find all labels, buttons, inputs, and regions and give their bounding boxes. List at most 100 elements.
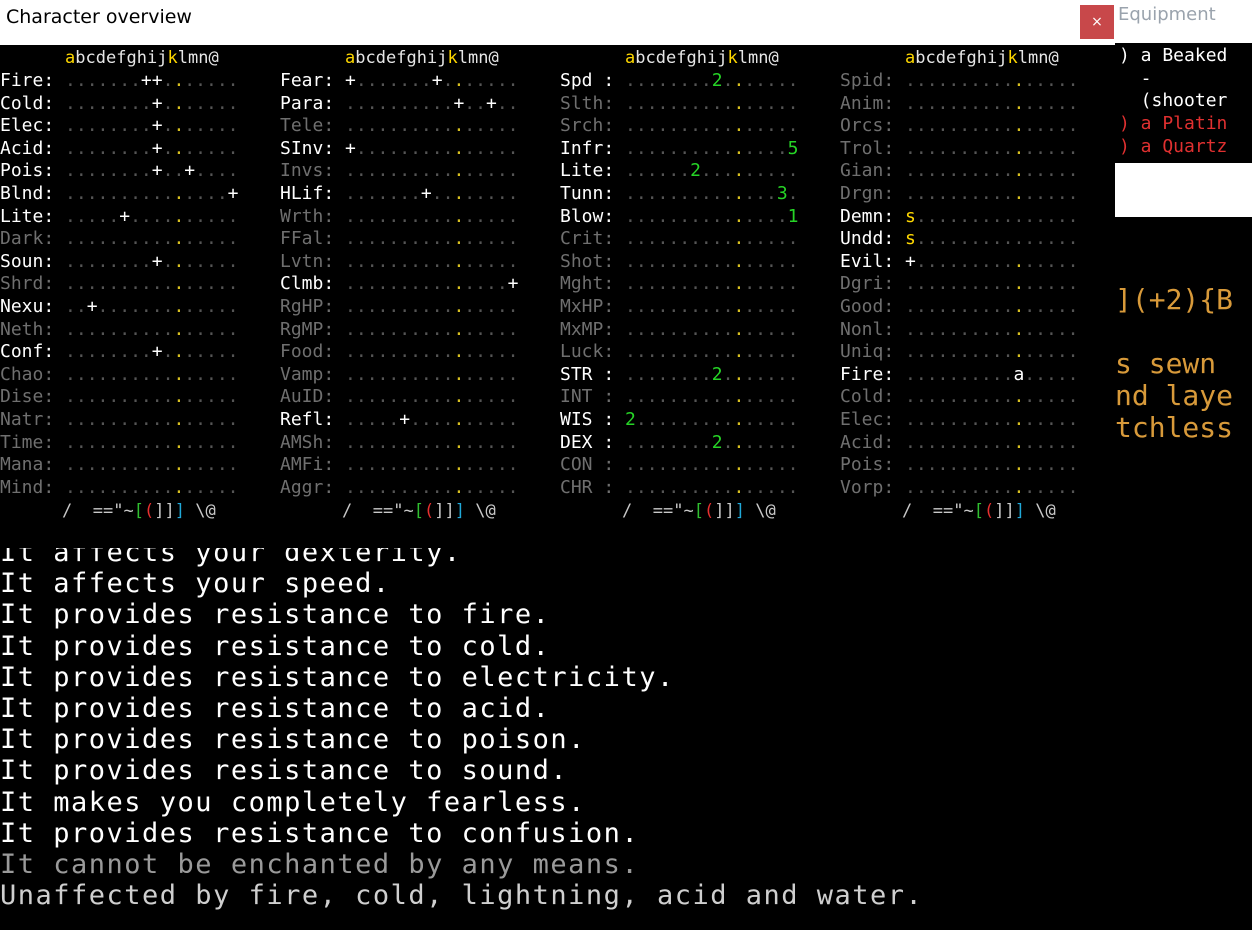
flag-cells: ................: [625, 318, 799, 340]
flag-row: Blnd: ...............+: [0, 183, 239, 206]
flag-label: Fire:: [0, 70, 55, 91]
description-line: It provides resistance to poison.: [0, 724, 586, 756]
flag-label: MxMP:: [560, 318, 615, 340]
flag-label: HLif:: [280, 183, 335, 204]
flag-cells: ................: [345, 454, 519, 476]
flag-row: MxMP:................: [560, 319, 799, 342]
flag-row: Clmb: ...............+: [280, 273, 519, 296]
flag-cells: ................: [625, 273, 799, 295]
flag-label: Aggr:: [280, 476, 335, 498]
flag-label: SInv:: [280, 137, 335, 159]
description-line: It provides resistance to sound.: [0, 755, 569, 787]
flag-label: Wrth:: [280, 205, 335, 227]
flag-row: Evil: +...............: [840, 251, 1079, 274]
flag-row: Shot:................: [560, 251, 799, 274]
flag-row: Chao:................: [0, 364, 239, 387]
flag-label: Demn:: [840, 205, 895, 227]
flag-label: Chao:: [0, 363, 55, 385]
flag-label: CON :: [560, 454, 615, 476]
flag-label: Evil:: [840, 250, 895, 272]
description-line: It provides resistance to fire.: [0, 599, 551, 631]
flag-label: Nexu:: [0, 296, 55, 317]
flag-cells: ................: [905, 409, 1079, 430]
flag-cells: ................: [905, 137, 1079, 159]
flag-cells: ................: [65, 454, 239, 476]
flag-row: Elec: ........+.......: [0, 115, 239, 138]
flag-label: Fire:: [840, 363, 895, 385]
slot-header: abcdefghijklmn@: [65, 48, 219, 68]
flag-label: Invs:: [280, 160, 335, 182]
flag-label: Good:: [840, 296, 895, 317]
flag-cells: ................: [65, 228, 239, 250]
flag-label: Acid:: [0, 137, 55, 159]
flag-cells: ................: [65, 476, 239, 498]
flag-row: Gian:................: [840, 160, 1079, 183]
flag-label: Crit:: [560, 228, 615, 250]
flag-label: RgMP:: [280, 318, 335, 340]
flag-label: Lite:: [0, 205, 55, 227]
flag-cells: ................: [625, 454, 799, 476]
flag-label: Soun:: [0, 250, 55, 272]
flag-label: Blnd:: [0, 183, 55, 204]
flag-label: CHR :: [560, 476, 615, 498]
flag-cells: .......++.......: [65, 70, 239, 91]
flag-cells: ................: [345, 386, 519, 408]
flag-row: INT :................: [560, 386, 799, 409]
flag-row: Nexu: ..+.............: [0, 296, 239, 319]
flag-cells: ................: [905, 115, 1079, 137]
flag-row: WIS : 2...............: [560, 409, 799, 432]
flag-cells: ..........a.....: [905, 363, 1079, 385]
flag-cells: ......2.........: [625, 160, 799, 182]
equipment-line: ) a Quartz: [1119, 136, 1228, 157]
flag-row: Infr: ...............5: [560, 138, 799, 161]
flag-row: Mind:................: [0, 477, 239, 500]
flag-cells: .......+........: [345, 183, 519, 204]
flag-row: Acid:................: [840, 432, 1079, 455]
flag-label: DEX :: [560, 431, 615, 453]
flag-cells: ................: [625, 476, 799, 498]
flag-row: MxHP:................: [560, 296, 799, 319]
flag-row: RgHP:................: [280, 296, 519, 319]
flag-row: Dgri:................: [840, 273, 1079, 296]
flag-cells: ...............+: [345, 273, 519, 295]
flag-cells: ................: [345, 250, 519, 272]
flag-row: Invs:................: [280, 160, 519, 183]
flag-cells: ................: [345, 296, 519, 317]
flag-row: Elec:................: [840, 409, 1079, 432]
flag-cells: ................: [65, 409, 239, 430]
flag-row: Vamp:................: [280, 364, 519, 387]
flag-row: Shrd:................: [0, 273, 239, 296]
flag-label: Spid:: [840, 70, 895, 91]
flag-cells: ........2.......: [625, 363, 799, 385]
flag-cells: ................: [625, 386, 799, 408]
flags-panel: abcdefghijklmn@ Spid:................ Anim…: [840, 46, 1115, 546]
flag-cells: s...............: [905, 205, 1079, 227]
flag-cells: ...............+: [65, 183, 239, 204]
flag-label: Cold:: [840, 386, 895, 408]
flag-row: Drgn:................: [840, 183, 1079, 206]
description-line: It provides resistance to cold.: [0, 630, 551, 662]
equipment-symbols: / =="~[(]]] \@: [902, 501, 1056, 521]
flag-row: Tunn: ..............3.: [560, 183, 799, 206]
window-title: Character overview: [6, 6, 192, 28]
flag-cells: ................: [905, 273, 1079, 295]
flag-label: Srch:: [560, 115, 615, 137]
flag-row: STR : ........2.......: [560, 364, 799, 387]
flag-cells: ................: [905, 296, 1079, 317]
flag-cells: s...............: [905, 228, 1079, 250]
flag-row: AMSh:................: [280, 432, 519, 455]
flag-label: Lvtn:: [280, 250, 335, 272]
description-line: It cannot be enchanted by any means.: [0, 848, 640, 880]
flag-label: AMFi:: [280, 454, 335, 476]
flag-label: Luck:: [560, 341, 615, 363]
flag-row: Refl: .....+..........: [280, 409, 519, 432]
close-button[interactable]: ×: [1080, 5, 1114, 39]
flag-cells: ................: [905, 92, 1079, 114]
flag-label: Infr:: [560, 137, 615, 159]
flag-label: Pois:: [840, 454, 895, 476]
flag-label: Dise:: [0, 386, 55, 408]
flag-row: Mana:................: [0, 454, 239, 477]
flag-label: Anim:: [840, 92, 895, 114]
flag-row: AMFi:................: [280, 454, 519, 477]
flag-label: Conf:: [0, 341, 55, 363]
